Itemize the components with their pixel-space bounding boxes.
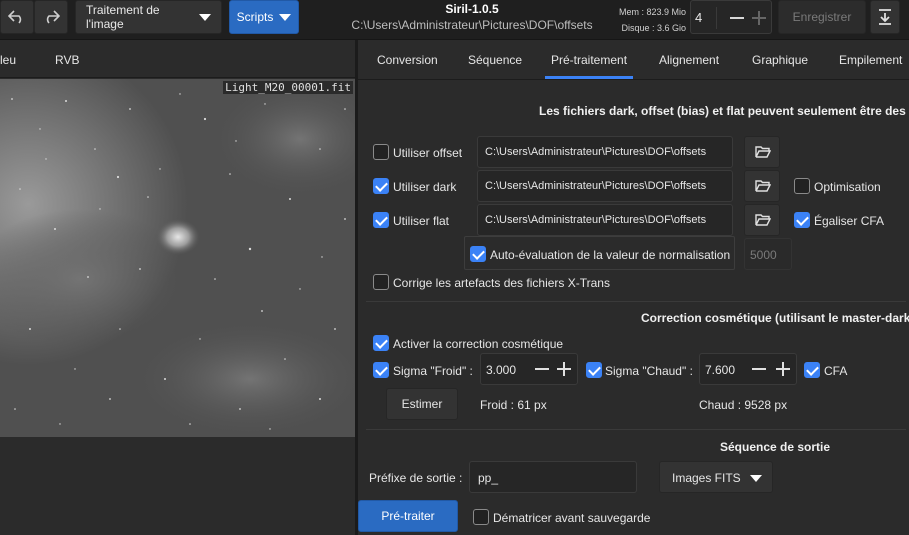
tab-registration[interactable]: Alignement [659, 53, 719, 67]
sigma-hot-checkbox[interactable] [586, 362, 602, 378]
main-tabs: Conversion Séquence Pré-traitement Align… [358, 40, 909, 80]
optimisation-label: Optimisation [814, 180, 881, 194]
use-offset-label: Utiliser offset [393, 146, 463, 160]
minus-icon[interactable] [752, 368, 766, 370]
tab-sequence[interactable]: Séquence [468, 53, 522, 67]
tab-rgb[interactable]: RVB [55, 53, 79, 67]
window-title: Siril-1.0.5 C:\Users\Administrateur\Pict… [340, 2, 604, 32]
cfa-checkbox[interactable] [804, 362, 820, 378]
image-filename: Light_M20_00001.fit [223, 81, 353, 94]
chevron-down-icon [199, 13, 211, 21]
memory-usage: Mem : 823.9 Mio [618, 7, 686, 17]
use-dark-checkbox[interactable] [373, 178, 389, 194]
preprocess-button-label: Pré-traiter [381, 509, 435, 523]
disk-usage: Disque : 3.6 Gio [621, 23, 686, 33]
cosmetic-section-title: Correction cosmétique (utilisant le mast… [641, 311, 909, 325]
use-flat-label: Utiliser flat [393, 214, 450, 228]
spinner-divider [716, 7, 717, 29]
threads-spinner[interactable]: 4 [690, 0, 772, 34]
app-title: Siril-1.0.5 [445, 2, 499, 16]
flat-path-field[interactable]: C:\Users\Administrateur\Pictures\DOF\off… [477, 204, 733, 236]
cosmetic-enable-checkbox[interactable] [373, 335, 389, 351]
debayer-label: Dématricer avant sauvegarde [493, 511, 651, 525]
channel-tabs: leu RVB [0, 40, 355, 78]
redo-button[interactable] [34, 0, 68, 34]
flat-browse-button[interactable] [744, 204, 780, 236]
undo-icon [8, 10, 22, 24]
equalize-cfa-label: Égaliser CFA [814, 214, 885, 228]
tab-preprocessing[interactable]: Pré-traitement [544, 53, 634, 79]
offset-browse-button[interactable] [744, 136, 780, 168]
working-directory: C:\Users\Administrateur\Pictures\DOF\off… [351, 18, 593, 32]
folder-open-icon [755, 180, 771, 192]
cold-pixels-result: Froid : 61 px [480, 398, 547, 412]
output-section-title: Séquence de sortie [720, 440, 831, 454]
download-icon [879, 9, 891, 25]
sigma-hot-label: Sigma "Chaud" : [605, 364, 693, 378]
undo-button[interactable] [0, 0, 34, 34]
control-panel: Conversion Séquence Pré-traitement Align… [358, 40, 909, 535]
sigma-hot-value[interactable]: 7.600 [705, 363, 735, 377]
tab-conversion[interactable]: Conversion [377, 53, 438, 67]
sigma-cold-label: Sigma "Froid" : [393, 364, 473, 378]
dark-browse-button[interactable] [744, 170, 780, 202]
use-dark-label: Utiliser dark [393, 180, 457, 194]
calibration-info-text: Les fichiers dark, offset (bias) et flat… [539, 104, 909, 118]
normalisation-value-field[interactable]: 5000 [744, 238, 792, 270]
auto-normalisation-checkbox[interactable] [470, 246, 486, 262]
use-offset-checkbox[interactable] [373, 144, 389, 160]
estimate-button[interactable]: Estimer [386, 388, 458, 420]
redo-icon [46, 10, 60, 24]
output-prefix-label: Préfixe de sortie : [369, 471, 463, 485]
plus-icon-vertical [758, 11, 760, 25]
folder-open-icon [755, 146, 771, 158]
tab-plot[interactable]: Graphique [752, 53, 808, 67]
output-format-select[interactable]: Images FITS [659, 461, 773, 493]
save-button-label: Enregistrer [792, 10, 852, 24]
plus-icon-vertical [563, 362, 565, 376]
image-canvas[interactable]: Light_M20_00001.fit [0, 79, 355, 437]
scripts-menu[interactable]: Scripts [229, 0, 299, 34]
tab-channel-blue[interactable]: leu [0, 53, 16, 67]
optimisation-checkbox[interactable] [794, 178, 810, 194]
chevron-down-icon [279, 13, 292, 21]
estimate-button-label: Estimer [401, 397, 443, 411]
auto-normalisation-label: Auto-évaluation de la valeur de normalis… [490, 248, 731, 262]
debayer-checkbox[interactable] [473, 509, 489, 525]
section-divider [366, 301, 906, 302]
dark-path-field[interactable]: C:\Users\Administrateur\Pictures\DOF\off… [477, 170, 733, 202]
chevron-down-icon [750, 475, 762, 482]
resource-info: Mem : 823.9 Mio Disque : 3.6 Gio [604, 4, 686, 36]
xtrans-fix-checkbox[interactable] [373, 274, 389, 290]
minus-icon[interactable] [535, 368, 549, 370]
minus-icon[interactable] [730, 17, 744, 19]
download-button[interactable] [870, 0, 900, 34]
plus-icon-vertical [782, 362, 784, 376]
folder-open-icon [755, 214, 771, 226]
sigma-cold-value[interactable]: 3.000 [486, 363, 516, 377]
cfa-label: CFA [824, 364, 848, 378]
xtrans-fix-label: Corrige les artefacts des fichiers X-Tra… [393, 276, 610, 290]
viewer-bottom-area [0, 437, 355, 535]
scripts-menu-label: Scripts [236, 10, 274, 24]
preprocess-button[interactable]: Pré-traiter [358, 500, 458, 532]
tab-stacking[interactable]: Empilement [839, 53, 902, 67]
output-prefix-field[interactable]: pp_ [469, 461, 637, 493]
equalize-cfa-checkbox[interactable] [794, 212, 810, 228]
output-format-value: Images FITS [672, 471, 741, 485]
hot-pixels-result: Chaud : 9528 px [699, 398, 788, 412]
astro-image [0, 79, 355, 437]
image-viewer-panel: leu RVB Light_M20_00001.fit [0, 40, 355, 535]
cosmetic-enable-label: Activer la correction cosmétique [393, 337, 564, 351]
save-button[interactable]: Enregistrer [778, 0, 866, 34]
image-processing-menu[interactable]: Traitement de l'image [75, 0, 222, 34]
sigma-cold-checkbox[interactable] [373, 362, 389, 378]
use-flat-checkbox[interactable] [373, 212, 389, 228]
header-bar: Traitement de l'image Scripts Siril-1.0.… [0, 0, 909, 40]
image-processing-menu-label: Traitement de l'image [86, 3, 160, 31]
offset-path-field[interactable]: C:\Users\Administrateur\Pictures\DOF\off… [477, 136, 733, 168]
threads-value[interactable]: 4 [695, 10, 702, 25]
section-divider [366, 429, 906, 430]
